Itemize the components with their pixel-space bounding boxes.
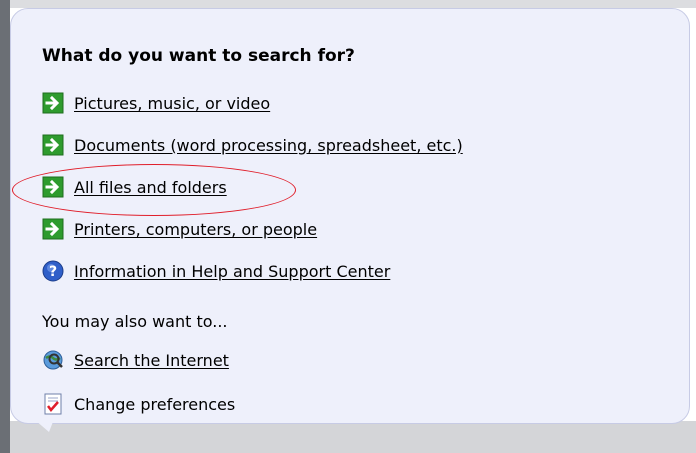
- green-arrow-icon: [42, 134, 64, 156]
- search-option-label: Pictures, music, or video: [74, 93, 271, 113]
- search-option-documents[interactable]: Documents (word processing, spreadsheet,…: [42, 133, 463, 157]
- search-option-label: Documents (word processing, spreadsheet,…: [74, 135, 463, 155]
- search-option-help-and-support[interactable]: ? Information in Help and Support Center: [42, 259, 390, 283]
- window-frame-top: [0, 0, 696, 8]
- search-internet-icon: [43, 350, 63, 370]
- search-option-label: Information in Help and Support Center: [74, 261, 391, 281]
- change-preferences-link[interactable]: Change preferences: [42, 392, 235, 416]
- search-the-internet-link[interactable]: Search the Internet: [42, 348, 229, 372]
- also-want-heading: You may also want to...: [42, 312, 228, 331]
- search-option-label: Printers, computers, or people: [74, 219, 318, 239]
- highlight-ellipse-annotation: [12, 164, 296, 216]
- svg-text:?: ?: [49, 264, 57, 280]
- window-frame-left: [0, 0, 10, 453]
- search-option-printers-computers-people[interactable]: Printers, computers, or people: [42, 217, 317, 241]
- window-frame-bottom: [0, 421, 696, 453]
- green-arrow-icon: [42, 92, 64, 114]
- search-option-pictures-music-video[interactable]: Pictures, music, or video: [42, 91, 270, 115]
- help-question-icon: ?: [42, 260, 64, 282]
- panel-heading: What do you want to search for?: [42, 46, 355, 66]
- extra-option-label: Change preferences: [74, 394, 236, 414]
- preferences-checklist-icon: [44, 393, 62, 415]
- green-arrow-icon: [42, 218, 64, 240]
- extra-option-label: Search the Internet: [74, 350, 229, 370]
